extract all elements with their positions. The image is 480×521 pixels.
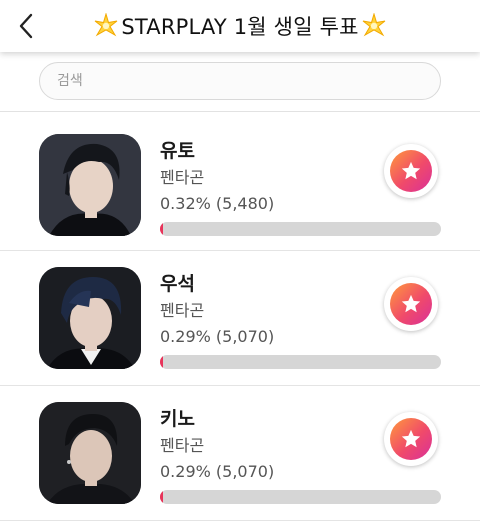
app-header: STARPLAY 1월 생일 투표 [0, 0, 480, 52]
list-item: 우석 펜타곤 0.29% (5,070) [0, 251, 480, 386]
candidate-agency: 펜타곤 [160, 168, 205, 187]
vote-stat: 0.29% (5,070) [160, 327, 275, 346]
vote-progress-bar [160, 490, 441, 504]
candidate-name: 유토 [160, 140, 195, 162]
vote-button-badge [390, 150, 432, 192]
candidate-agency: 펜타곤 [160, 436, 205, 455]
candidate-agency: 펜타곤 [160, 301, 205, 320]
vote-progress-fill [160, 222, 163, 236]
vote-button[interactable] [384, 277, 438, 331]
page-title-group: STARPLAY 1월 생일 투표 [0, 10, 480, 42]
vote-stat: 0.29% (5,070) [160, 462, 275, 481]
vote-progress-bar [160, 222, 441, 236]
candidate-list: 유토 펜타곤 0.32% (5,480) 우석 펜타곤 0.29% (5,070… [0, 112, 480, 521]
list-item: 유토 펜타곤 0.32% (5,480) [0, 118, 480, 251]
vote-progress-fill [160, 355, 163, 369]
page-title: STARPLAY 1월 생일 투표 [121, 15, 359, 39]
star-icon [401, 429, 421, 448]
avatar [39, 267, 141, 369]
search-bar [0, 52, 480, 112]
star-icon [401, 161, 421, 180]
vote-button-badge [390, 418, 432, 460]
vote-progress-bar [160, 355, 441, 369]
candidate-name: 키노 [160, 408, 195, 430]
list-item: 키노 펜타곤 0.29% (5,070) [0, 386, 480, 521]
star-icon [401, 294, 421, 313]
vote-stat: 0.32% (5,480) [160, 194, 275, 213]
sparkle-icon [362, 13, 385, 37]
avatar [39, 134, 141, 236]
vote-progress-fill [160, 490, 163, 504]
avatar [39, 402, 141, 504]
candidate-name: 우석 [160, 273, 195, 295]
vote-button[interactable] [384, 412, 438, 466]
search-input[interactable] [39, 62, 441, 100]
sparkle-icon [95, 13, 118, 37]
vote-button-badge [390, 283, 432, 325]
vote-button[interactable] [384, 144, 438, 198]
